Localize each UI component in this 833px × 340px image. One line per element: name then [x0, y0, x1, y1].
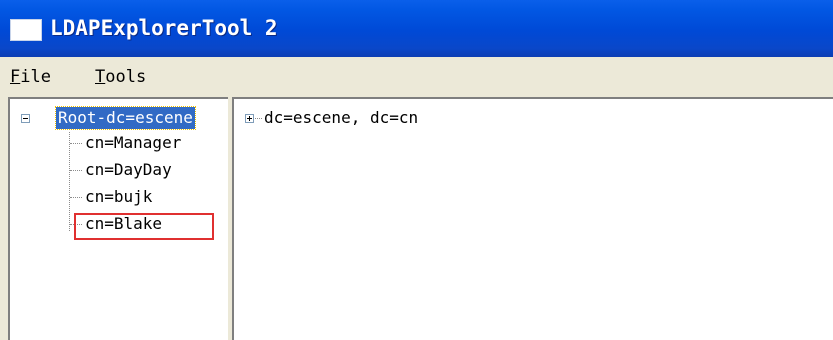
title-bar[interactable]: LDAPExplorerTool 2	[0, 0, 833, 57]
app-window-icon	[10, 19, 42, 41]
menu-tools-label: ools	[105, 67, 147, 87]
tree-node-domain[interactable]: dc=escene, dc=cn	[262, 107, 420, 129]
tree-connector-line	[70, 170, 82, 171]
tree-item-bujk[interactable]: cn=bujk	[83, 186, 154, 208]
menu-file-label: ile	[20, 67, 51, 87]
tree-item-manager[interactable]: cn=Manager	[83, 132, 183, 154]
highlight-box	[74, 213, 214, 240]
window-title: LDAPExplorerTool 2	[50, 16, 278, 40]
menu-tools-accelerator: T	[95, 67, 106, 87]
tree-connector-line	[70, 143, 82, 144]
menu-file-accelerator: F	[10, 67, 21, 87]
minus-expander-icon[interactable]	[21, 114, 30, 123]
menu-bar: File Tools	[0, 57, 833, 95]
tree-connector-line	[70, 197, 82, 198]
tree-connector-line	[255, 118, 262, 119]
menu-file[interactable]: File	[10, 66, 51, 88]
details-pane[interactable]: dc=escene, dc=cn	[232, 97, 833, 340]
tree-item-dayday[interactable]: cn=DayDay	[83, 159, 174, 181]
tree-root-node[interactable]: Root-dc=escene	[55, 106, 196, 130]
tree-pane[interactable]: Root-dc=escene cn=Manager cn=DayDay cn=b…	[8, 97, 228, 340]
menu-tools[interactable]: Tools	[95, 66, 146, 88]
tree-connector-line	[69, 132, 70, 231]
plus-expander-icon[interactable]	[245, 114, 254, 123]
